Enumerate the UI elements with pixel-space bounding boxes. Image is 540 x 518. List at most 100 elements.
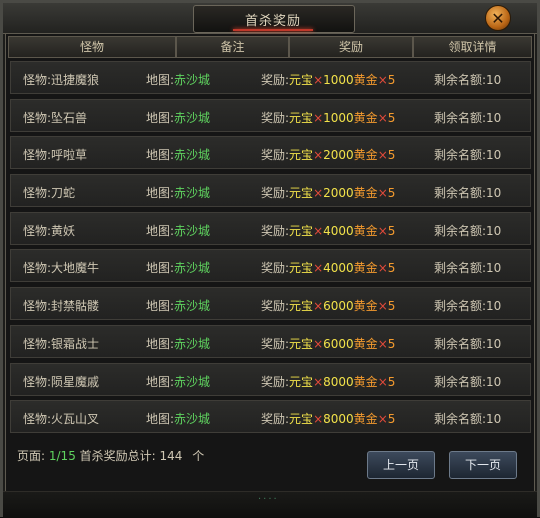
- yuanbao-label: 元宝: [289, 374, 314, 389]
- reward-label: 奖励:: [261, 223, 290, 238]
- gold-label: 黄金: [353, 73, 378, 87]
- monster-name: 火瓦山叉: [51, 412, 100, 427]
- yuanbao-amount: 1000: [323, 110, 354, 125]
- monster-cell: 怪物:坠石兽: [23, 109, 87, 126]
- table-row: 怪物:坠石兽 地图:赤沙城 奖励:元宝×1000黄金×5 剩余名额:10: [10, 98, 531, 132]
- reward-label: 奖励:: [261, 148, 290, 163]
- map-cell: 地图:赤沙城: [146, 184, 210, 201]
- page-label: 页面:: [17, 449, 46, 463]
- remaining-cell: 剩余名额:10: [434, 259, 501, 276]
- next-page-button[interactable]: 下一页: [449, 451, 517, 479]
- yuanbao-label: 元宝: [289, 412, 314, 427]
- monster-name: 呼啦草: [51, 148, 88, 163]
- times-sign: ×: [377, 223, 388, 238]
- times-sign: ×: [313, 336, 324, 351]
- monster-label: 怪物:: [23, 110, 52, 125]
- remaining-label: 剩余名额:: [434, 299, 487, 314]
- monster-cell: 怪物:银霜战士: [23, 335, 99, 352]
- remaining-cell: 剩余名额:10: [434, 184, 501, 201]
- column-header-claim: 领取详情: [413, 36, 532, 58]
- prev-page-button[interactable]: 上一页: [367, 451, 435, 479]
- yuanbao-amount: 4000: [323, 261, 354, 276]
- total-value: 144: [159, 449, 183, 463]
- remaining-label: 剩余名额:: [434, 412, 487, 427]
- monster-cell: 怪物:陨星魔戚: [23, 373, 99, 390]
- gold-label: 黄金: [353, 374, 378, 389]
- remaining-count: 10: [486, 412, 502, 427]
- yuanbao-amount: 2000: [323, 186, 354, 201]
- reward-cell: 奖励:元宝×6000黄金×5: [261, 297, 395, 314]
- map-name: 赤沙城: [174, 299, 211, 314]
- map-label: 地图:: [146, 374, 175, 389]
- window-title: 首杀奖励: [244, 14, 301, 29]
- table-row: 怪物:陨星魔戚 地图:赤沙城 奖励:元宝×8000黄金×5 剩余名额:10: [10, 362, 531, 396]
- yuanbao-amount: 8000: [323, 374, 354, 389]
- remaining-count: 10: [486, 148, 502, 163]
- times-sign: ×: [377, 110, 388, 125]
- yuanbao-amount: 2000: [323, 148, 354, 163]
- remaining-count: 10: [486, 374, 502, 389]
- remaining-label: 剩余名额:: [434, 110, 487, 125]
- gold-label: 黄金: [353, 299, 378, 314]
- map-label: 地图:: [146, 148, 175, 163]
- reward-label: 奖励:: [261, 110, 290, 125]
- close-button[interactable]: ✕: [485, 5, 511, 31]
- map-name: 赤沙城: [174, 73, 211, 87]
- map-name: 赤沙城: [174, 374, 211, 389]
- remaining-cell: 剩余名额:10: [434, 297, 501, 314]
- map-cell: 地图:赤沙城: [146, 146, 210, 163]
- table-row: 怪物:封禁骷髅 地图:赤沙城 奖励:元宝×6000黄金×5 剩余名额:10: [10, 287, 531, 321]
- reward-label: 奖励:: [261, 374, 290, 389]
- yuanbao-amount: 8000: [323, 412, 354, 427]
- reward-label: 奖励:: [261, 299, 290, 314]
- table-row: 怪物:大地魔牛 地图:赤沙城 奖励:元宝×4000黄金×5 剩余名额:10: [10, 249, 531, 283]
- monster-label: 怪物:: [23, 186, 52, 201]
- map-name: 赤沙城: [174, 336, 211, 351]
- map-label: 地图:: [146, 110, 175, 125]
- map-label: 地图:: [146, 186, 175, 201]
- gold-label: 黄金: [353, 336, 378, 351]
- monster-cell: 怪物:封禁骷髅: [23, 297, 99, 314]
- times-sign: ×: [377, 336, 388, 351]
- times-sign: ×: [313, 110, 324, 125]
- times-sign: ×: [313, 73, 324, 87]
- reward-cell: 奖励:元宝×8000黄金×5: [261, 373, 395, 390]
- gold-label: 黄金: [353, 110, 378, 125]
- reward-cell: 奖励:元宝×1000黄金×5: [261, 71, 395, 88]
- remaining-cell: 剩余名额:10: [434, 71, 501, 88]
- yuanbao-amount: 4000: [323, 223, 354, 238]
- gold-label: 黄金: [353, 148, 378, 163]
- times-sign: ×: [313, 299, 324, 314]
- map-label: 地图:: [146, 73, 175, 87]
- map-name: 赤沙城: [174, 110, 211, 125]
- remaining-label: 剩余名额:: [434, 73, 487, 87]
- reward-cell: 奖励:元宝×4000黄金×5: [261, 222, 395, 239]
- monster-name: 陨星魔戚: [51, 374, 100, 389]
- table-row: 怪物:银霜战士 地图:赤沙城 奖励:元宝×6000黄金×5 剩余名额:10: [10, 324, 531, 358]
- remaining-label: 剩余名额:: [434, 374, 487, 389]
- yuanbao-label: 元宝: [289, 336, 314, 351]
- times-sign: ×: [377, 186, 388, 201]
- remaining-cell: 剩余名额:10: [434, 222, 501, 239]
- gold-amount: 5: [387, 223, 396, 238]
- monster-cell: 怪物:呼啦草: [23, 146, 87, 163]
- gold-amount: 5: [387, 73, 396, 87]
- monster-name: 迅捷魔狼: [51, 73, 100, 87]
- yuanbao-label: 元宝: [289, 223, 314, 238]
- reward-cell: 奖励:元宝×1000黄金×5: [261, 109, 395, 126]
- monster-name: 封禁骷髅: [51, 299, 100, 314]
- reward-cell: 奖励:元宝×6000黄金×5: [261, 335, 395, 352]
- times-sign: ×: [313, 186, 324, 201]
- map-cell: 地图:赤沙城: [146, 297, 210, 314]
- gold-label: 黄金: [353, 261, 378, 276]
- times-sign: ×: [377, 299, 388, 314]
- times-sign: ×: [313, 412, 324, 427]
- map-cell: 地图:赤沙城: [146, 222, 210, 239]
- close-icon: ✕: [491, 8, 505, 28]
- table-row: 怪物:刀蛇 地图:赤沙城 奖励:元宝×2000黄金×5 剩余名额:10: [10, 174, 531, 208]
- monster-cell: 怪物:火瓦山叉: [23, 410, 99, 427]
- yuanbao-label: 元宝: [289, 110, 314, 125]
- remaining-label: 剩余名额:: [434, 186, 487, 201]
- table-row: 怪物:火瓦山叉 地图:赤沙城 奖励:元宝×8000黄金×5 剩余名额:10: [10, 400, 531, 434]
- reward-label: 奖励:: [261, 186, 290, 201]
